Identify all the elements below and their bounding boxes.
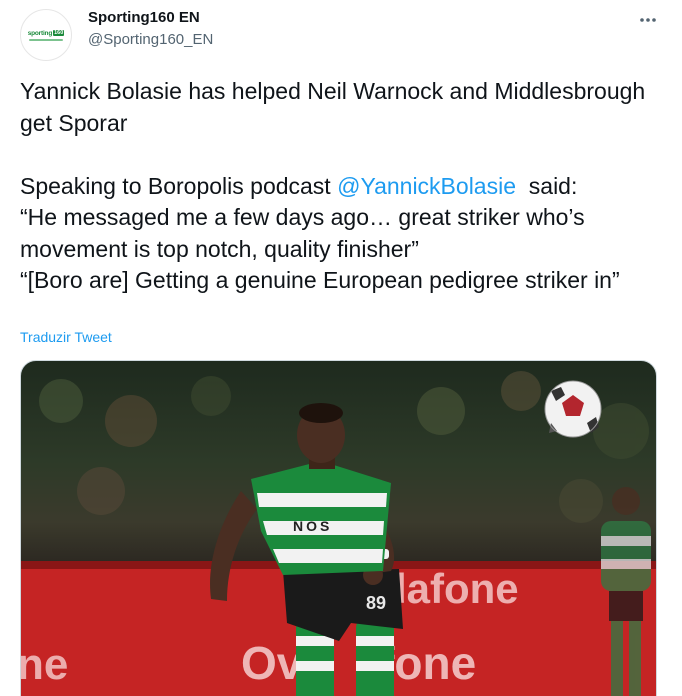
photo-scene: dafone Ove fone ne 89 NOS	[21, 371, 656, 696]
football	[544, 380, 602, 438]
sporting160-logo-icon: sporting 160	[28, 30, 65, 37]
shirt-sponsor: NOS	[293, 518, 332, 534]
tweet-text: Yannick Bolasie has helped Neil Warnock …	[20, 76, 660, 297]
display-name[interactable]: Sporting160 EN	[88, 8, 213, 28]
more-button[interactable]	[636, 8, 660, 32]
mention-link[interactable]: @YannickBolasie	[337, 173, 516, 199]
shirt-number: 89	[366, 593, 386, 613]
more-horizontal-icon	[640, 18, 656, 22]
logo-underline	[29, 38, 63, 41]
logo-text: sporting	[27, 29, 53, 37]
logo-number: 160	[53, 30, 65, 36]
handle[interactable]: @Sporting160_EN	[88, 29, 213, 51]
tweet-header: sporting 160 Sporting160 EN @Sporting160…	[20, 6, 662, 61]
board-text-1: dafone	[381, 565, 519, 612]
board-text-3: ne	[21, 640, 68, 689]
tweet-photo[interactable]: dafone Ove fone ne 89 NOS	[20, 360, 657, 696]
author-names: Sporting160 EN @Sporting160_EN	[88, 8, 213, 51]
translate-tweet-link[interactable]: Traduzir Tweet	[20, 327, 112, 347]
avatar[interactable]: sporting 160	[20, 9, 72, 61]
